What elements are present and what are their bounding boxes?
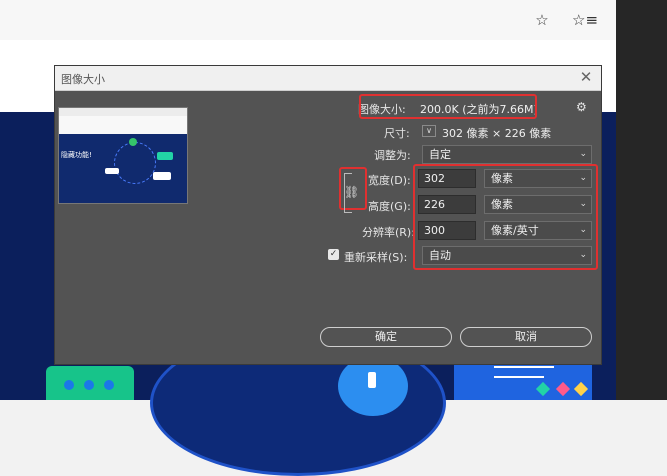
background-lock-icon [338,356,408,416]
fit-to-select[interactable]: 自定 ⌄ [422,145,592,164]
star-plus-icon[interactable]: ☆ [529,8,555,32]
resample-label: 重新采样(S): [344,251,408,264]
dimensions-value: 302 像素 × 226 像素 [442,127,552,140]
close-icon[interactable]: ✕ [577,68,595,86]
width-label: 宽度(D): [368,174,411,187]
dialog-title: 图像大小 [61,73,105,86]
resolution-label: 分辨率(R): [362,226,415,239]
background-chat-bubble [46,366,134,400]
image-size-highlight [359,94,537,119]
browser-toolbar: ☆ ☆≡ [0,0,616,41]
dialog-title-bar: 图像大小 ✕ [55,66,601,91]
resample-checkbox[interactable]: ✓ [328,249,339,260]
dimensions-label: 尺寸: [384,127,410,140]
cancel-button[interactable]: 取消 [460,327,592,347]
chevron-down-icon[interactable]: ∨ [422,125,436,137]
right-dark-panel [616,0,667,400]
gear-icon[interactable]: ⚙ [576,100,587,114]
preview-text: 隐藏功能! [61,151,92,159]
favorites-list-icon[interactable]: ☆≡ [572,8,598,32]
fit-to-value: 自定 [429,148,451,161]
settings-highlight [413,164,598,270]
fit-to-label: 调整为: [374,149,411,162]
ok-button[interactable]: 确定 [320,327,452,347]
image-preview[interactable]: 隐藏功能! [58,107,188,204]
chevron-down-icon: ⌄ [579,149,587,159]
height-label: 高度(G): [368,200,411,213]
chain-link-icon[interactable]: ⛓ [344,185,359,199]
